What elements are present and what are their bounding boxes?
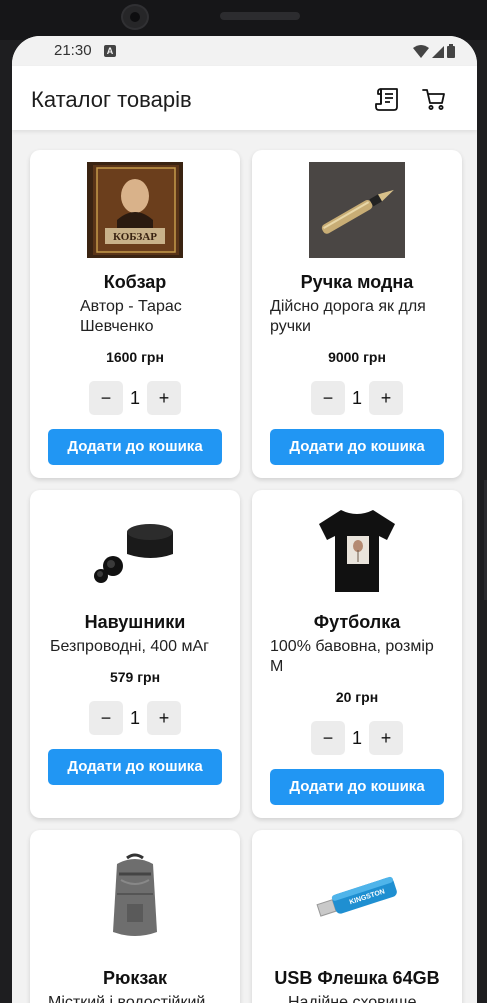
quantity-value: 1	[351, 727, 362, 748]
decrease-quantity-button[interactable]: −	[311, 381, 345, 415]
add-to-cart-button[interactable]: Додати до кошика	[48, 749, 222, 785]
page-title: Каталог товарів	[31, 87, 192, 112]
quantity-value: 1	[351, 387, 362, 408]
status-bar: 21:30 A	[12, 36, 477, 66]
wifi-icon	[413, 45, 429, 58]
earpiece-speaker	[220, 12, 300, 20]
usb-flash-drive-image: KINGSTON	[309, 850, 405, 946]
quantity-stepper: − 1 +	[30, 381, 240, 415]
shopping-cart-icon	[422, 89, 445, 110]
increase-quantity-button[interactable]: +	[369, 381, 403, 415]
quantity-stepper: − 1 +	[252, 381, 462, 415]
product-description: 100% бавовна, розмір М	[270, 638, 434, 675]
kobzar-book-image: КОБЗАР	[87, 162, 183, 258]
wireless-earbuds-image	[87, 502, 183, 598]
backpack-image	[87, 850, 183, 946]
product-price: 579 грн	[109, 669, 161, 685]
product-card: Навушники Безпроводні, 400 мАг 579 грн −…	[30, 490, 240, 818]
product-card: КОБЗАР Кобзар Автор - Тарас Шевченко 160…	[30, 150, 240, 478]
decrease-quantity-button[interactable]: −	[311, 721, 345, 755]
fountain-pen-image	[309, 162, 405, 258]
product-card: Рюкзак Місткий і водостійкий	[30, 830, 240, 1003]
product-card: Футболка 100% бавовна, розмір М 20 грн −…	[252, 490, 462, 818]
product-name: Навушники	[84, 612, 186, 632]
quantity-stepper: − 1 +	[252, 721, 462, 755]
orders-button[interactable]	[372, 83, 404, 115]
receipt-icon	[375, 88, 398, 111]
book-cover-title: КОБЗАР	[113, 231, 157, 243]
battery-icon	[447, 44, 455, 58]
add-to-cart-button[interactable]: Додати до кошика	[270, 769, 444, 805]
phone-frame: 21:30 A Каталог товарів КОБЗАР Кобзар Ав…	[0, 0, 487, 1003]
quantity-value: 1	[129, 387, 140, 408]
phone-bezel	[0, 0, 487, 40]
product-name: Футболка	[313, 612, 401, 632]
product-card: KINGSTON USB Флешка 64GB Надійне сховище	[252, 830, 462, 1003]
t-shirt-image	[309, 502, 405, 598]
cart-button[interactable]	[418, 83, 450, 115]
product-card: Ручка модна Дійсно дорога як для ручки 9…	[252, 150, 462, 478]
product-name: Рюкзак	[102, 968, 168, 988]
quantity-stepper: − 1 +	[30, 701, 240, 735]
product-description: Безпроводні, 400 мАг	[50, 638, 209, 655]
notification-icon: A	[104, 45, 116, 57]
product-description: Автор - Тарас Шевченко	[80, 298, 182, 335]
front-camera	[121, 4, 149, 30]
add-to-cart-button[interactable]: Додати до кошика	[270, 429, 444, 465]
product-name: Кобзар	[103, 272, 167, 292]
status-time: 21:30	[54, 42, 92, 59]
screen: 21:30 A Каталог товарів КОБЗАР Кобзар Ав…	[12, 36, 477, 1003]
status-icons	[413, 44, 455, 58]
product-name: Ручка модна	[300, 272, 414, 292]
decrease-quantity-button[interactable]: −	[89, 701, 123, 735]
quantity-value: 1	[129, 707, 140, 728]
product-price: 20 грн	[335, 689, 379, 705]
product-name: USB Флешка 64GB	[274, 968, 440, 988]
product-price: 9000 грн	[328, 349, 386, 365]
product-description: Дійсно дорога як для ручки	[270, 298, 426, 335]
add-to-cart-button[interactable]: Додати до кошика	[48, 429, 222, 465]
product-price: 1600 грн	[106, 349, 164, 365]
decrease-quantity-button[interactable]: −	[89, 381, 123, 415]
increase-quantity-button[interactable]: +	[369, 721, 403, 755]
product-description: Надійне сховище	[288, 994, 417, 1003]
increase-quantity-button[interactable]: +	[147, 381, 181, 415]
signal-icon	[432, 46, 444, 58]
product-description: Місткий і водостійкий	[48, 994, 206, 1003]
increase-quantity-button[interactable]: +	[147, 701, 181, 735]
app-bar: Каталог товарів	[12, 66, 477, 130]
